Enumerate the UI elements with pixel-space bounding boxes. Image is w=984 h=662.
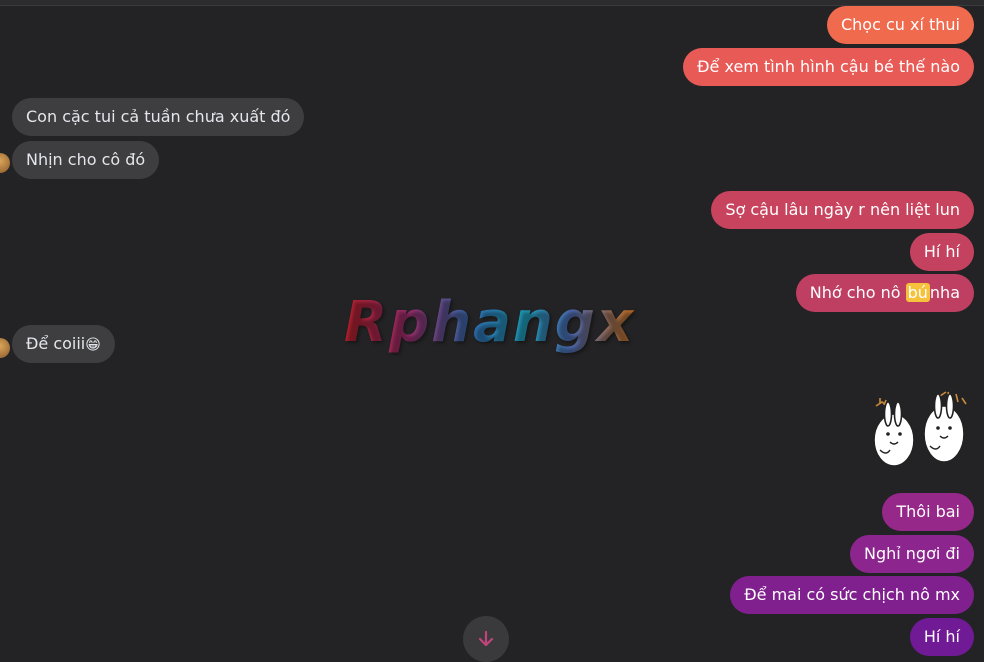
watermark-logo: Rphangx — [344, 288, 635, 358]
top-divider — [0, 0, 984, 6]
message-outgoing[interactable]: Hí hí — [909, 618, 974, 656]
message-outgoing[interactable]: Nhớ cho nô bú nha — [795, 274, 974, 312]
grin-emoji-icon: 😁 — [85, 335, 101, 354]
arrow-down-icon — [478, 630, 494, 647]
message-text: nha — [929, 283, 960, 302]
message-outgoing[interactable]: Chọc cu xí thui — [826, 6, 974, 44]
avatar[interactable] — [0, 338, 10, 358]
message-outgoing[interactable]: Thôi bai — [882, 493, 974, 531]
message-incoming[interactable]: Để coiii😁 — [12, 325, 115, 363]
message-incoming[interactable]: Con cặc tui cả tuần chưa xuất đó — [12, 98, 305, 136]
message-outgoing[interactable]: Để xem tình hình cậu bé thế nào — [683, 48, 974, 86]
avatar[interactable] — [0, 153, 10, 173]
message-outgoing[interactable]: Để mai có sức chịch nô mx — [730, 576, 974, 614]
message-outgoing[interactable]: Sợ cậu lâu ngày r nên liệt lun — [711, 191, 974, 229]
message-text: Nhớ cho nô — [809, 283, 906, 302]
message-outgoing[interactable]: Hí hí — [909, 233, 974, 271]
message-text: Nhịn cho cô đó — [26, 150, 146, 169]
scroll-to-bottom-button[interactable] — [463, 616, 509, 662]
message-incoming[interactable]: Nhịn cho cô đó — [12, 141, 160, 179]
message-text: Để coiii — [26, 334, 86, 353]
bunny-sticker-icon[interactable] — [866, 388, 974, 476]
highlighted-word: bú — [905, 283, 930, 302]
message-outgoing[interactable]: Nghỉ ngơi đi — [849, 535, 974, 573]
